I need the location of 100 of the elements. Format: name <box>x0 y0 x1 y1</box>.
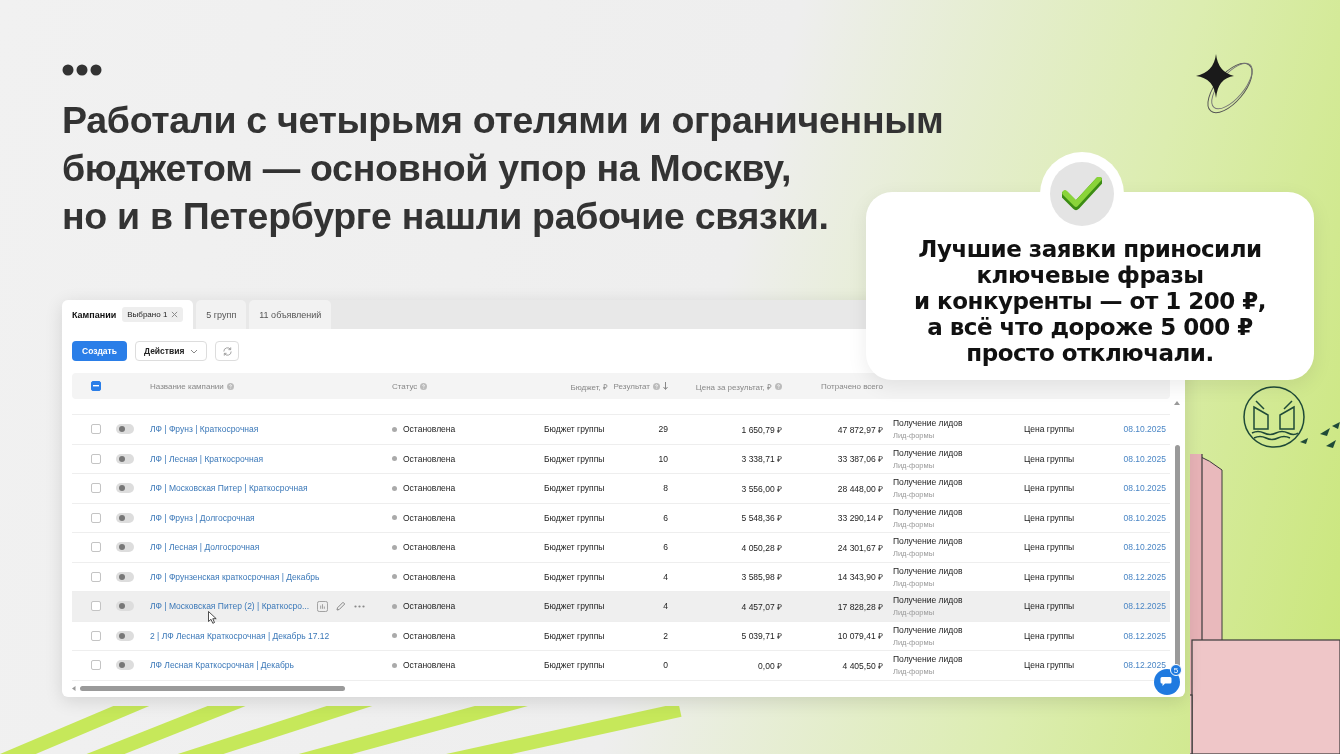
strategy-text: Цена группы <box>1024 630 1075 641</box>
create-button[interactable]: Создать <box>72 341 127 361</box>
row-checkbox[interactable] <box>91 571 101 582</box>
status-dot <box>392 574 397 580</box>
row-checkbox[interactable] <box>91 660 101 671</box>
status-dot <box>392 633 397 639</box>
campaign-link[interactable]: ЛФ | Лесная | Краткосрочная <box>150 453 263 464</box>
status-text: Остановлена <box>403 630 456 641</box>
row-checkbox[interactable] <box>91 601 101 612</box>
toggle-switch[interactable] <box>116 483 134 494</box>
date-text: 08.10.2025 <box>1123 453 1166 464</box>
toggle-switch[interactable] <box>116 453 134 464</box>
sort-arrow-icon[interactable] <box>663 382 668 390</box>
goal-text: Получение лидов <box>893 447 963 458</box>
toggle-switch[interactable] <box>116 630 134 641</box>
row-checkbox[interactable] <box>91 542 101 553</box>
status-text: Остановлена <box>403 542 456 553</box>
birds-icon <box>1300 420 1340 450</box>
stats-icon[interactable] <box>317 600 329 612</box>
row-checkbox[interactable] <box>91 483 101 494</box>
tab[interactable]: 5 групп <box>196 300 247 329</box>
price-value: 1 650,79 ₽ <box>741 423 782 435</box>
campaign-link[interactable]: ЛФ | Московская Питер | Краткосрочная <box>150 483 308 494</box>
budget-text: Бюджет группы <box>544 453 605 464</box>
column-header[interactable]: Название кампании <box>150 381 234 391</box>
date-text: 08.10.2025 <box>1123 483 1166 494</box>
campaign-link[interactable]: ЛФ | Фрунз | Долгосрочная <box>150 512 255 523</box>
column-header[interactable]: Статус <box>392 381 428 391</box>
status-dot <box>392 456 397 462</box>
date-text: 08.12.2025 <box>1123 571 1166 582</box>
chat-button[interactable] <box>1154 669 1180 695</box>
tab[interactable]: 11 объявлений <box>249 300 332 329</box>
minus-icon <box>93 385 99 387</box>
campaign-link[interactable]: ЛФ Лесная Краткосрочная | Декабрь <box>150 660 294 671</box>
help-icon[interactable] <box>420 382 428 390</box>
row-checkbox[interactable] <box>91 512 101 523</box>
campaign-link[interactable]: ЛФ | Фрунз | Краткосрочная <box>150 424 259 435</box>
toggle-switch[interactable] <box>116 542 134 553</box>
scroll-up-arrow-icon[interactable] <box>1174 401 1180 405</box>
refresh-button[interactable] <box>215 341 240 361</box>
horizontal-scrollbar[interactable] <box>72 683 347 693</box>
result-value: 10 <box>658 453 668 464</box>
price-value: 3 556,00 ₽ <box>741 482 782 494</box>
goal-text: Получение лидов <box>893 595 963 606</box>
goal-text: Получение лидов <box>893 506 963 517</box>
campaign-link[interactable]: ЛФ | Лесная | Долгосрочная <box>150 542 260 553</box>
row-checkbox[interactable] <box>91 630 101 641</box>
status-text: Остановлена <box>403 601 456 612</box>
help-icon[interactable] <box>226 382 234 390</box>
toggle-switch[interactable] <box>116 660 134 671</box>
budget-text: Бюджет группы <box>544 542 605 553</box>
spent-value: 14 343,90 ₽ <box>837 571 883 583</box>
row-checkbox[interactable] <box>91 424 101 435</box>
toggle-switch[interactable] <box>116 512 134 523</box>
edit-icon[interactable] <box>336 601 347 612</box>
campaign-link[interactable]: 2 | ЛФ Лесная Краткосрочная | Декабрь 17.12 <box>150 630 330 641</box>
help-icon[interactable] <box>775 382 782 390</box>
column-header[interactable]: Потрачено всего <box>821 381 883 391</box>
scroll-left-arrow-icon[interactable] <box>72 685 76 691</box>
notification-badge: 5 <box>1170 664 1182 676</box>
caret-icon <box>190 348 199 354</box>
toggle-switch[interactable] <box>116 571 134 582</box>
price-value: 3 585,98 ₽ <box>741 571 782 583</box>
status-dot <box>392 544 397 550</box>
help-icon[interactable] <box>653 382 660 390</box>
price-value: 5 548,36 ₽ <box>741 512 782 524</box>
close-icon[interactable] <box>171 311 179 318</box>
row-checkbox[interactable] <box>91 453 101 464</box>
strategy-text: Цена группы <box>1024 571 1075 582</box>
column-header[interactable]: Цена за результат, ₽ <box>695 380 782 392</box>
spent-value: 24 301,67 ₽ <box>837 541 883 553</box>
tab[interactable]: Кампании Выбрано 1 <box>62 300 194 329</box>
column-header[interactable]: Бюджет, ₽ <box>570 380 608 392</box>
status-text: Остановлена <box>403 453 456 464</box>
result-value: 6 <box>663 512 668 523</box>
campaign-link[interactable]: ЛФ | Московская Питер (2) | Краткосро... <box>150 601 310 612</box>
date-text: 08.10.2025 <box>1123 424 1166 435</box>
status-text: Остановлена <box>403 483 456 494</box>
result-value: 8 <box>663 483 668 494</box>
budget-text: Бюджет группы <box>544 483 605 494</box>
toggle-switch[interactable] <box>116 601 134 612</box>
status-dot <box>392 603 397 609</box>
spent-value: 33 387,06 ₽ <box>837 453 883 465</box>
goal-text: Получение лидов <box>893 624 963 635</box>
toggle-switch[interactable] <box>116 424 134 435</box>
more-icon[interactable] <box>354 604 366 608</box>
actions-dropdown[interactable]: Действия <box>134 341 208 361</box>
price-value: 5 039,71 ₽ <box>741 630 782 642</box>
checkmark-icon <box>1062 177 1102 211</box>
spent-value: 33 290,14 ₽ <box>837 512 883 524</box>
selection-chip[interactable]: Выбрано 1 <box>122 307 184 322</box>
date-text: 08.12.2025 <box>1123 660 1166 671</box>
column-header[interactable]: Результат <box>613 381 668 391</box>
select-all-checkbox[interactable] <box>91 381 101 391</box>
campaign-link[interactable]: ЛФ | Фрунзенская краткосрочная | Декабрь <box>150 571 320 582</box>
slide-title: Работали с четырьмя отелями и ограниченным бюджетом — основной упор на Москву, но и в Петербурге нашли рабочие связки. <box>62 98 944 239</box>
bridge-emblem-icon <box>1242 385 1306 449</box>
dots-icon <box>62 64 102 76</box>
result-value: 6 <box>663 542 668 553</box>
result-value: 0 <box>663 660 668 671</box>
